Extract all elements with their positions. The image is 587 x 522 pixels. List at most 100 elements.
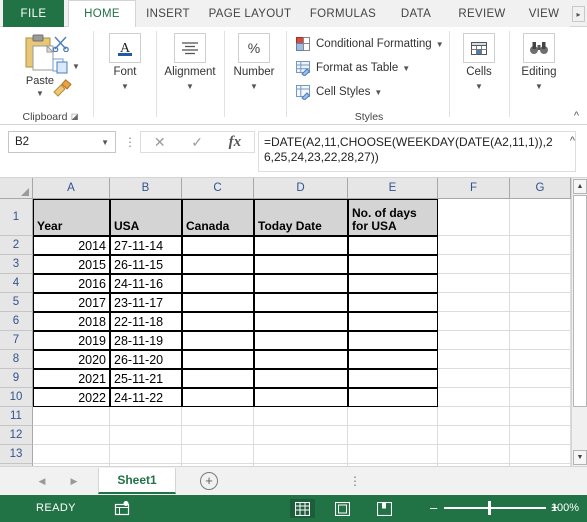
- row-header-6[interactable]: 6: [0, 312, 33, 331]
- conditional-formatting-button[interactable]: Conditional Formatting ▼: [295, 33, 444, 55]
- editing-caret-icon[interactable]: ▼: [535, 82, 543, 91]
- alignment-caret-icon[interactable]: ▼: [186, 82, 194, 91]
- cell-d10-today-date[interactable]: [254, 388, 348, 407]
- font-caret-icon[interactable]: ▼: [121, 82, 129, 91]
- cell-a2-year[interactable]: 2014: [33, 236, 110, 255]
- cell-e12[interactable]: [348, 426, 438, 445]
- zoom-level-label[interactable]: 100%: [551, 502, 579, 514]
- cell-c11[interactable]: [182, 407, 254, 426]
- row-header-10[interactable]: 10: [0, 388, 33, 407]
- row-header-3[interactable]: 3: [0, 255, 33, 274]
- row-header-12[interactable]: 12: [0, 426, 33, 445]
- cell-g7[interactable]: [510, 331, 571, 350]
- row-header-8[interactable]: 8: [0, 350, 33, 369]
- cell-f2[interactable]: [438, 236, 510, 255]
- row-header-13[interactable]: 13: [0, 445, 33, 464]
- cell-b5-usa[interactable]: 23-11-17: [110, 293, 182, 312]
- column-header-a[interactable]: A: [33, 178, 110, 199]
- cell-f3[interactable]: [438, 255, 510, 274]
- cell-c13[interactable]: [182, 445, 254, 464]
- cell-b8-usa[interactable]: 26-11-20: [110, 350, 182, 369]
- cell-d12[interactable]: [254, 426, 348, 445]
- sheet-next-button[interactable]: ▶: [67, 474, 81, 488]
- cell-g3[interactable]: [510, 255, 571, 274]
- cell-a10-year[interactable]: 2022: [33, 388, 110, 407]
- cell-e2-days-for-usa[interactable]: [348, 236, 438, 255]
- cell-g12[interactable]: [510, 426, 571, 445]
- cell-f8[interactable]: [438, 350, 510, 369]
- select-all-corner[interactable]: [0, 178, 33, 199]
- column-header-e[interactable]: E: [348, 178, 438, 199]
- cell-a3-year[interactable]: 2015: [33, 255, 110, 274]
- cell-c12[interactable]: [182, 426, 254, 445]
- cell-c7-canada[interactable]: [182, 331, 254, 350]
- tab-review[interactable]: REVIEW: [446, 0, 518, 27]
- cell-e4-days-for-usa[interactable]: [348, 274, 438, 293]
- column-header-f[interactable]: F: [438, 178, 510, 199]
- cell-e8-days-for-usa[interactable]: [348, 350, 438, 369]
- cell-f4[interactable]: [438, 274, 510, 293]
- cell-f5[interactable]: [438, 293, 510, 312]
- cell-c2-canada[interactable]: [182, 236, 254, 255]
- vertical-scroll-thumb[interactable]: [573, 195, 587, 407]
- cell-b11[interactable]: [110, 407, 182, 426]
- cell-e1-days-for-usa-header[interactable]: No. of days for USA: [348, 199, 438, 236]
- format-as-table-button[interactable]: Format as Table ▼: [295, 57, 410, 79]
- cell-styles-caret-icon[interactable]: ▼: [374, 88, 382, 97]
- alignment-button[interactable]: Alignment ▼: [163, 33, 217, 111]
- cell-e11[interactable]: [348, 407, 438, 426]
- format-painter-button[interactable]: [52, 79, 72, 97]
- cell-a8-year[interactable]: 2020: [33, 350, 110, 369]
- cell-b6-usa[interactable]: 22-11-18: [110, 312, 182, 331]
- cell-e9-days-for-usa[interactable]: [348, 369, 438, 388]
- enter-check-icon[interactable]: ✓: [191, 134, 203, 151]
- cell-f10[interactable]: [438, 388, 510, 407]
- column-header-g[interactable]: G: [510, 178, 571, 199]
- cell-e5-days-for-usa[interactable]: [348, 293, 438, 312]
- new-sheet-button[interactable]: +: [200, 472, 218, 490]
- zoom-slider-track[interactable]: [444, 507, 546, 509]
- tab-home[interactable]: HOME: [68, 0, 136, 27]
- scroll-up-icon[interactable]: ▲: [573, 179, 587, 194]
- page-break-view-button[interactable]: [372, 499, 397, 518]
- cell-c1-canada-header[interactable]: Canada: [182, 199, 254, 236]
- record-macro-icon[interactable]: [114, 501, 130, 516]
- column-header-c[interactable]: C: [182, 178, 254, 199]
- cell-b4-usa[interactable]: 24-11-16: [110, 274, 182, 293]
- cell-d8-today-date[interactable]: [254, 350, 348, 369]
- cell-b10-usa[interactable]: 24-11-22: [110, 388, 182, 407]
- cell-d4-today-date[interactable]: [254, 274, 348, 293]
- row-header-7[interactable]: 7: [0, 331, 33, 350]
- cell-d1-today-date-header[interactable]: Today Date: [254, 199, 348, 236]
- scroll-down-icon[interactable]: ▼: [573, 450, 587, 465]
- number-button[interactable]: % Number ▼: [227, 33, 281, 111]
- collapse-ribbon-button[interactable]: ^: [574, 110, 579, 122]
- font-button[interactable]: A Font ▼: [98, 33, 152, 111]
- cell-e13[interactable]: [348, 445, 438, 464]
- cell-e3-days-for-usa[interactable]: [348, 255, 438, 274]
- cell-b12[interactable]: [110, 426, 182, 445]
- cell-f11[interactable]: [438, 407, 510, 426]
- tab-file[interactable]: FILE: [3, 0, 64, 27]
- cell-g2[interactable]: [510, 236, 571, 255]
- clipboard-dialog-launcher[interactable]: ◪: [70, 111, 80, 122]
- cell-d5-today-date[interactable]: [254, 293, 348, 312]
- cell-a6-year[interactable]: 2018: [33, 312, 110, 331]
- cell-b9-usa[interactable]: 25-11-21: [110, 369, 182, 388]
- cell-c10-canada[interactable]: [182, 388, 254, 407]
- cell-g5[interactable]: [510, 293, 571, 312]
- cancel-x-icon[interactable]: ✕: [154, 134, 166, 151]
- tab-view[interactable]: VIEW: [518, 0, 570, 27]
- cell-b7-usa[interactable]: 28-11-19: [110, 331, 182, 350]
- cell-d11[interactable]: [254, 407, 348, 426]
- cell-g6[interactable]: [510, 312, 571, 331]
- cell-d2-today-date[interactable]: [254, 236, 348, 255]
- normal-view-button[interactable]: [290, 499, 315, 518]
- tab-formulas[interactable]: FORMULAS: [300, 0, 386, 27]
- row-header-11[interactable]: 11: [0, 407, 33, 426]
- cell-d9-today-date[interactable]: [254, 369, 348, 388]
- tab-overflow-button[interactable]: ▸: [572, 6, 585, 22]
- cell-g10[interactable]: [510, 388, 571, 407]
- cell-e10-days-for-usa[interactable]: [348, 388, 438, 407]
- row-header-1[interactable]: 1: [0, 199, 33, 236]
